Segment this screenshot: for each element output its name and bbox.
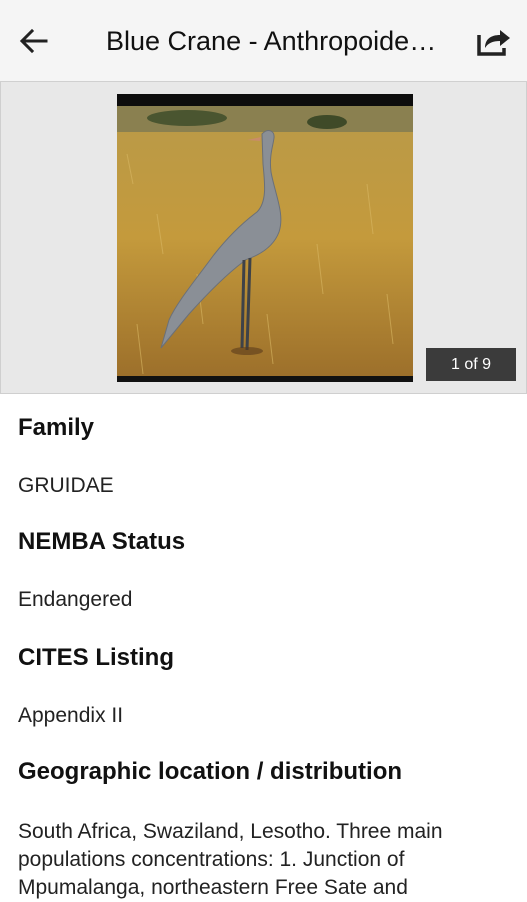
species-photo[interactable]: [117, 94, 413, 382]
share-icon: [477, 30, 510, 56]
page-title: Blue Crane - Anthropoides paradiseus: [106, 26, 446, 56]
cites-listing-heading: CITES Listing: [18, 644, 174, 671]
cites-listing-value: Appendix II: [18, 704, 124, 727]
family-heading: Family: [18, 414, 95, 441]
arrow-left-icon: [19, 28, 48, 54]
back-button[interactable]: [14, 21, 54, 61]
geographic-distribution-heading: Geographic location / distribution: [18, 758, 403, 785]
image-gallery[interactable]: 1 of 9: [0, 82, 527, 394]
app-bar: Blue Crane - Anthropoides paradiseus: [0, 0, 527, 82]
family-value: GRUIDAE: [18, 474, 114, 497]
nemba-status-heading: NEMBA Status: [18, 528, 186, 555]
image-counter: 1 of 9: [426, 348, 516, 381]
nemba-status-value: Endangered: [18, 588, 133, 611]
geographic-distribution-value: South Africa, Swaziland, Lesotho. Three …: [18, 820, 443, 899]
share-button[interactable]: [473, 21, 513, 61]
